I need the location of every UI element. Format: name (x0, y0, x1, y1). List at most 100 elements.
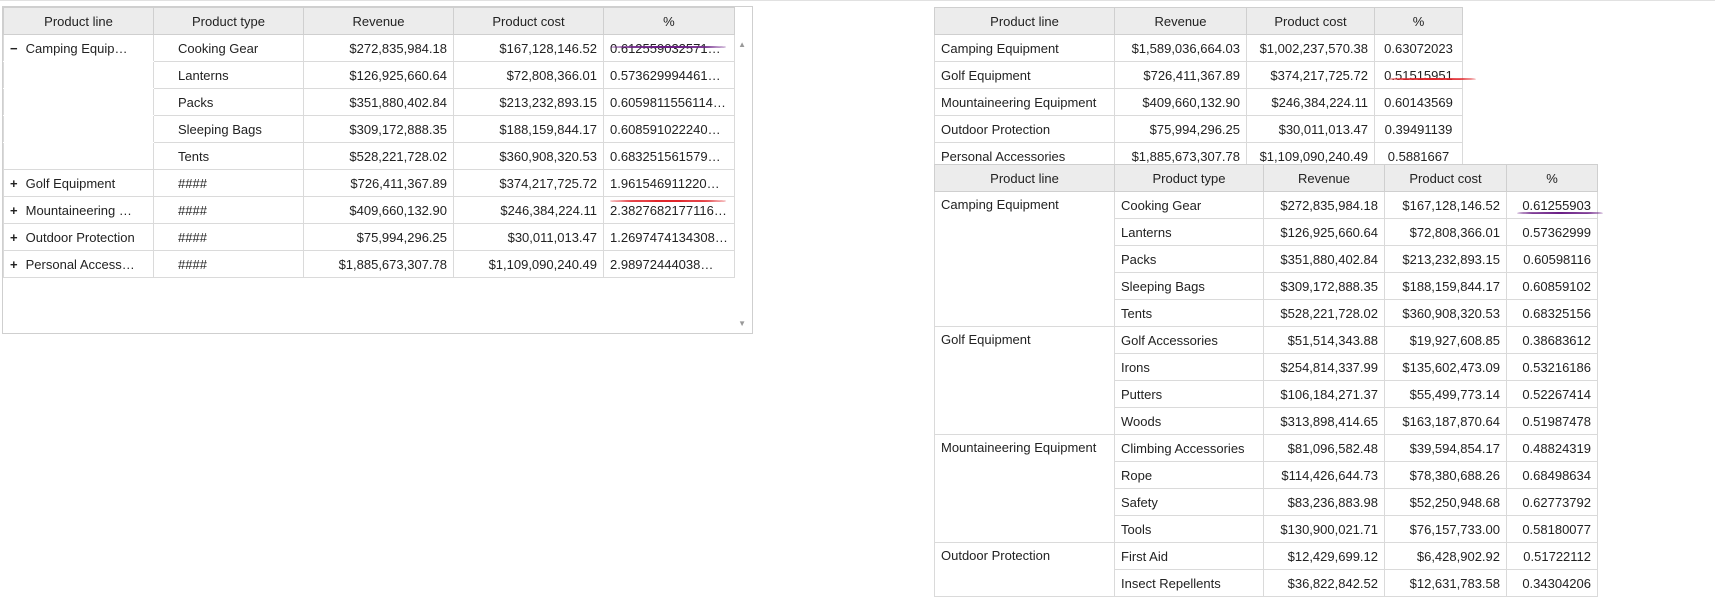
header-product-type[interactable]: Product type (1114, 164, 1264, 192)
top-divider (0, 0, 1715, 1)
cost-cell: $213,232,893.15 (1384, 245, 1507, 273)
expand-toggle[interactable]: + (10, 203, 22, 218)
product-type-cell: Woods (1114, 407, 1264, 435)
cost-cell: $135,602,473.09 (1384, 353, 1507, 381)
table-row: + Golf Equipment #### $726,411,367.89 $3… (3, 169, 735, 197)
product-line-label: Mountaineering … (25, 202, 132, 218)
header-product-cost[interactable]: Product cost (453, 7, 604, 35)
cost-cell: $30,011,013.47 (453, 223, 604, 251)
red-underline-annotation (1388, 78, 1476, 80)
percent-cell: 0.58180077 (1506, 515, 1598, 543)
table-row: Camping Equipment Cooking Gear $272,835,… (934, 191, 1598, 327)
cost-cell: $246,384,224.11 (453, 196, 604, 224)
header-revenue[interactable]: Revenue (1263, 164, 1385, 192)
cost-cell: $188,159,844.17 (453, 115, 604, 143)
product-line-label: Personal Access… (25, 256, 135, 272)
product-line-cell-empty (3, 142, 154, 170)
expand-toggle[interactable]: + (10, 176, 22, 191)
percent-cell: 1.2697474134308… (603, 223, 735, 251)
product-type-cell: Cooking Gear (153, 34, 304, 62)
cost-cell: $163,187,870.64 (1384, 407, 1507, 435)
product-line-cell-empty (3, 61, 154, 89)
product-line-cell[interactable]: + Mountaineering … (3, 196, 154, 224)
revenue-cell: $106,184,271.37 (1263, 380, 1385, 408)
percent-cell: 0.68325156 (1506, 299, 1598, 327)
product-type-cell: Climbing Accessories (1114, 434, 1264, 462)
table-row: Golf Equipment $726,411,367.89 $374,217,… (934, 61, 1463, 89)
revenue-cell: $36,822,842.52 (1263, 569, 1385, 597)
revenue-cell: $351,880,402.84 (303, 88, 454, 116)
product-line-cell[interactable]: + Golf Equipment (3, 169, 154, 197)
header-product-line[interactable]: Product line (3, 7, 154, 35)
cost-cell: $30,011,013.47 (1246, 115, 1375, 143)
product-type-cell: Safety (1114, 488, 1264, 516)
percent-cell: 0.63072023 (1374, 34, 1463, 62)
left-crosstab-widget[interactable]: Product line Product type Revenue Produc… (2, 6, 753, 334)
product-line-label: Camping Equip… (25, 40, 128, 56)
table-row: + Outdoor Protection #### $75,994,296.25… (3, 223, 735, 251)
cost-cell: $78,380,688.26 (1384, 461, 1507, 489)
percent-cell: 0.62773792 (1506, 488, 1598, 516)
percent-cell: 0.68498634 (1506, 461, 1598, 489)
revenue-cell: $309,172,888.35 (1263, 272, 1385, 300)
header-product-line[interactable]: Product line (934, 7, 1115, 35)
cost-cell: $12,631,783.58 (1384, 569, 1507, 597)
cost-cell: $6,428,902.92 (1384, 542, 1507, 570)
percent-cell: 0.612559032571… (603, 34, 735, 62)
percent-cell: 0.573629994461… (603, 61, 735, 89)
product-type-cell: Packs (153, 88, 304, 116)
product-type-cell: Sleeping Bags (153, 115, 304, 143)
header-percent[interactable]: % (603, 7, 735, 35)
product-line-cell: Golf Equipment (934, 61, 1115, 89)
product-line-group-cell: Golf Equipment (934, 326, 1115, 435)
scroll-down-arrow-icon[interactable]: ▼ (738, 319, 746, 328)
percent-cell: 0.683251561579… (603, 142, 735, 170)
revenue-cell: $130,900,021.71 (1263, 515, 1385, 543)
percent-cell: 0.60598116 (1506, 245, 1598, 273)
cost-cell: $360,908,320.53 (1384, 299, 1507, 327)
revenue-cell: $114,426,644.73 (1263, 461, 1385, 489)
header-percent[interactable]: % (1374, 7, 1463, 35)
expand-toggle[interactable]: + (10, 230, 22, 245)
header-revenue[interactable]: Revenue (303, 7, 454, 35)
table-row: Golf Equipment Golf Accessories $51,514,… (934, 326, 1598, 435)
header-product-cost[interactable]: Product cost (1246, 7, 1375, 35)
table-row: Outdoor Protection $75,994,296.25 $30,01… (934, 115, 1463, 143)
table-row: − Camping Equip… Cooking Gear $272,835,9… (3, 34, 735, 62)
product-line-label: Outdoor Protection (25, 229, 135, 245)
right-detail-table: Product line Product type Revenue Produc… (934, 164, 1598, 597)
expand-toggle[interactable]: + (10, 257, 22, 272)
header-percent[interactable]: % (1506, 164, 1598, 192)
cost-cell: $167,128,146.52 (453, 34, 604, 62)
product-line-cell-empty (3, 115, 154, 143)
product-line-cell[interactable]: + Outdoor Protection (3, 223, 154, 251)
percent-cell: 0.60143569 (1374, 88, 1463, 116)
scroll-up-arrow-icon[interactable]: ▲ (738, 40, 746, 49)
percent-cell: 0.57362999 (1506, 218, 1598, 246)
product-line-cell[interactable]: − Camping Equip… (3, 34, 154, 62)
table-row: Lanterns $126,925,660.64 $72,808,366.01 … (3, 61, 735, 89)
collapse-toggle[interactable]: − (10, 41, 22, 56)
cost-cell: $72,808,366.01 (453, 61, 604, 89)
cost-cell: $72,808,366.01 (1384, 218, 1507, 246)
cost-cell: $167,128,146.52 (1384, 191, 1507, 219)
product-line-cell[interactable]: + Personal Access… (3, 250, 154, 278)
percent-cell: 0.53216186 (1506, 353, 1598, 381)
table-row: Tents $528,221,728.02 $360,908,320.53 0.… (3, 142, 735, 170)
revenue-cell: $81,096,582.48 (1263, 434, 1385, 462)
percent-cell: 1.961546911220… (603, 169, 735, 197)
product-type-cell: Irons (1114, 353, 1264, 381)
product-line-cell: Mountaineering Equipment (934, 88, 1115, 116)
revenue-cell: $51,514,343.88 (1263, 326, 1385, 354)
product-type-cell: #### (153, 250, 304, 278)
revenue-cell: $528,221,728.02 (303, 142, 454, 170)
header-product-type[interactable]: Product type (153, 7, 304, 35)
header-product-cost[interactable]: Product cost (1384, 164, 1507, 192)
revenue-cell: $254,814,337.99 (1263, 353, 1385, 381)
percent-cell: 2.98972444038… (603, 250, 735, 278)
header-revenue[interactable]: Revenue (1114, 7, 1247, 35)
right-summary-table: Product line Revenue Product cost % Camp… (934, 7, 1463, 170)
header-product-line[interactable]: Product line (934, 164, 1115, 192)
red-underline-annotation (610, 200, 726, 202)
revenue-cell: $126,925,660.64 (303, 61, 454, 89)
